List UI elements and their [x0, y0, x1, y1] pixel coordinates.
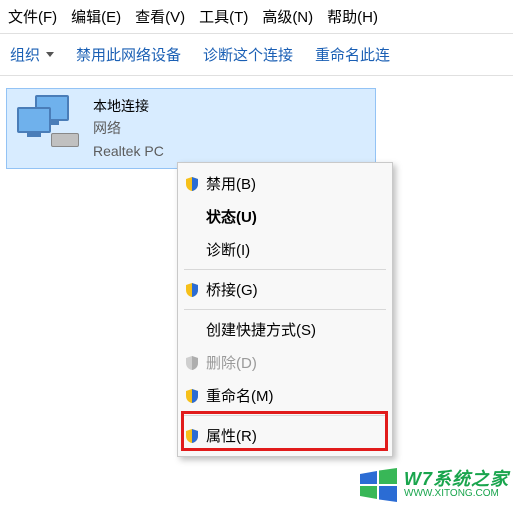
menu-tools[interactable]: 工具(T) [199, 6, 248, 27]
menu-advanced[interactable]: 高级(N) [262, 6, 313, 27]
adapter-title: 本地连接 [93, 95, 164, 117]
toolbar-organize-label: 组织 [10, 44, 40, 65]
adapter-network: 网络 [93, 117, 164, 139]
menu-item-diagnose[interactable]: 诊断(I) [180, 233, 390, 266]
menu-item-bridge[interactable]: 桥接(G) [180, 273, 390, 306]
menu-item-label: 状态(U) [206, 206, 257, 227]
menu-help[interactable]: 帮助(H) [327, 6, 378, 27]
adapter-device: Realtek PC [93, 140, 164, 162]
menu-item-rename[interactable]: 重命名(M) [180, 379, 390, 412]
adapter-text: 本地连接 网络 Realtek PC [93, 95, 164, 162]
shield-icon [184, 355, 200, 371]
toolbar-organize[interactable]: 组织 [10, 44, 54, 65]
watermark-title: W7系统之家 [404, 470, 509, 489]
watermark: W7系统之家 WWW.XITONG.COM [357, 464, 509, 506]
menu-separator [184, 269, 386, 270]
network-adapter-icon [15, 95, 83, 151]
menu-item-disable[interactable]: 禁用(B) [180, 167, 390, 200]
shield-icon [184, 176, 200, 192]
watermark-url: WWW.XITONG.COM [404, 489, 509, 500]
menu-view[interactable]: 查看(V) [135, 6, 185, 27]
toolbar-diagnose[interactable]: 诊断这个连接 [203, 44, 293, 65]
network-adapter-item[interactable]: 本地连接 网络 Realtek PC [6, 88, 376, 169]
menu-item-label: 禁用(B) [206, 173, 256, 194]
menu-item-label: 诊断(I) [206, 239, 250, 260]
shield-icon [184, 282, 200, 298]
shield-icon [184, 428, 200, 444]
menu-item-properties[interactable]: 属性(R) [180, 419, 390, 452]
chevron-down-icon [46, 52, 54, 57]
menu-item-label: 桥接(G) [206, 279, 258, 300]
toolbar: 组织 禁用此网络设备 诊断这个连接 重命名此连 [0, 34, 513, 76]
menu-item-delete: 删除(D) [180, 346, 390, 379]
menu-separator [184, 309, 386, 310]
menu-bar: 文件(F) 编辑(E) 查看(V) 工具(T) 高级(N) 帮助(H) [0, 0, 513, 34]
shield-icon [184, 388, 200, 404]
menu-edit[interactable]: 编辑(E) [71, 6, 121, 27]
menu-item-status[interactable]: 状态(U) [180, 200, 390, 233]
watermark-icon [357, 464, 399, 506]
menu-item-shortcut[interactable]: 创建快捷方式(S) [180, 313, 390, 346]
menu-separator [184, 415, 386, 416]
menu-item-label: 删除(D) [206, 352, 257, 373]
menu-item-label: 属性(R) [206, 425, 257, 446]
context-menu: 禁用(B) 状态(U) 诊断(I) 桥接(G) 创建快捷方式(S) 删除(D) … [177, 162, 393, 457]
menu-file[interactable]: 文件(F) [8, 6, 57, 27]
toolbar-disable-device[interactable]: 禁用此网络设备 [76, 44, 181, 65]
toolbar-rename[interactable]: 重命名此连 [315, 44, 390, 65]
menu-item-label: 创建快捷方式(S) [206, 319, 316, 340]
menu-item-label: 重命名(M) [206, 385, 274, 406]
